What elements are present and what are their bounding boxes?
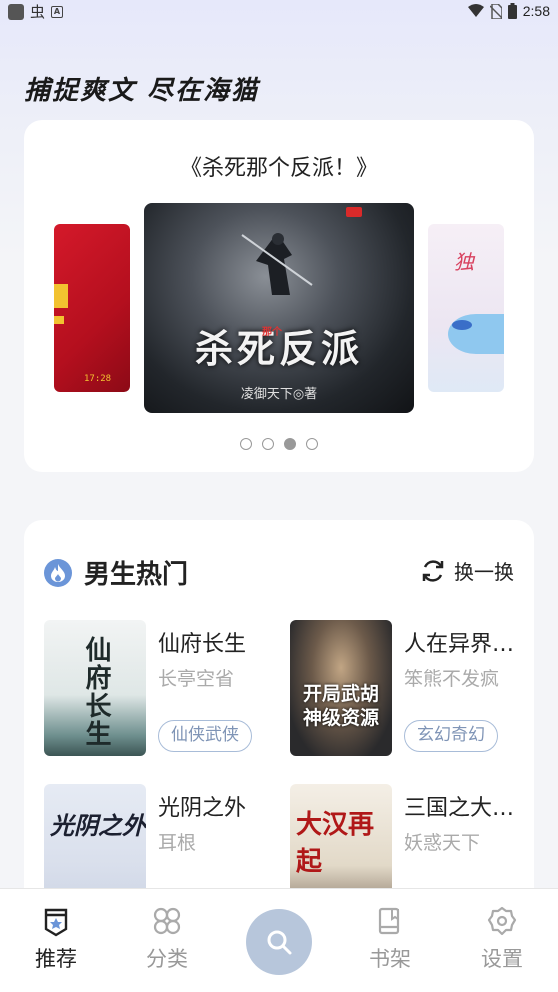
carousel-dot[interactable]: [262, 438, 274, 450]
book-title: 光阴之外: [158, 796, 247, 821]
status-left: 虫 A: [8, 3, 64, 21]
wifi-icon: [467, 4, 484, 17]
cover-title: 大汉再起: [296, 810, 375, 877]
category-icon: [153, 907, 181, 935]
book-item[interactable]: 仙府长生 仙府长生 长亭空省 仙侠武侠: [44, 620, 284, 760]
nav-settings[interactable]: 设置: [462, 905, 542, 973]
status-time: 2:58: [522, 3, 550, 19]
status-right: 2:58: [467, 3, 550, 19]
cover-figure: [452, 320, 472, 330]
nav-label: 设置: [481, 947, 523, 971]
carousel-dot[interactable]: [240, 438, 252, 450]
book-cover[interactable]: 仙府长生: [44, 620, 146, 756]
cover-figure: [241, 233, 313, 295]
book-author: 长亭空省: [158, 668, 235, 690]
book-cover[interactable]: 开局武胡神级资源: [290, 620, 392, 756]
banner-title: 《杀死那个反派！》: [179, 156, 378, 181]
hot-section: 男生热门 换一换 仙府长生 仙府长生 长亭空省 仙侠武侠 开局武胡神级资源 人在…: [24, 520, 534, 940]
slogan: 捕捉爽文 尽在海猫: [24, 76, 260, 106]
settings-icon: [487, 906, 517, 936]
carousel-dot-active[interactable]: [284, 438, 296, 450]
book-author: 耳根: [158, 832, 197, 854]
book-title: 人在异界…: [404, 632, 515, 657]
refresh-button[interactable]: 换一换: [420, 556, 514, 585]
bookshelf-icon: [378, 907, 400, 935]
bug-icon: 虫: [30, 3, 46, 21]
search-icon: [267, 930, 292, 955]
cover-badge: [346, 207, 362, 217]
banner-carousel[interactable]: 《杀死那个反派！》 17:28 杀死反派 那个 凌御天下◎著 独: [24, 120, 534, 472]
cover-title: 仙府长生: [81, 636, 111, 748]
book-tag[interactable]: 玄幻奇幻: [404, 720, 498, 752]
book-author: 妖惑天下: [404, 832, 481, 854]
book-author: 笨熊不发疯: [404, 668, 500, 690]
carousel-dot[interactable]: [306, 438, 318, 450]
banner-cover-prev[interactable]: 17:28: [54, 224, 130, 392]
battery-icon: [507, 3, 517, 19]
book-item[interactable]: 开局武胡神级资源 人在异界… 笨熊不发疯 玄幻奇幻: [290, 620, 530, 760]
search-button[interactable]: [246, 909, 312, 975]
cover-decoration: [54, 316, 64, 324]
hot-header: 男生热门: [44, 554, 188, 591]
carousel-dots: [24, 438, 534, 450]
nav-category[interactable]: 分类: [127, 905, 207, 973]
nav-label: 分类: [146, 947, 188, 971]
bottom-nav: 推荐 分类 书架 设置: [0, 888, 558, 992]
banner-cover-next[interactable]: 独: [428, 224, 504, 392]
nav-label: 书架: [369, 947, 411, 971]
no-sim-icon: [489, 3, 502, 19]
section-title: 男生热门: [84, 560, 189, 590]
banner-cover-main[interactable]: 杀死反派 那个 凌御天下◎著: [144, 203, 414, 413]
refresh-label: 换一换: [454, 560, 514, 584]
cover-tag: 17:28: [84, 374, 112, 384]
cover-author: 凌御天下◎著: [240, 387, 318, 402]
book-tag[interactable]: 仙侠武侠: [158, 720, 252, 752]
a-icon: A: [51, 6, 64, 18]
cover-title: 光阴之外: [50, 811, 146, 840]
cover-title: 独: [454, 250, 474, 274]
refresh-icon: [422, 559, 444, 582]
app-notification-icon: [8, 4, 24, 20]
flame-icon: [44, 558, 72, 587]
cover-subtitle: 那个: [262, 327, 282, 338]
book-title: 仙府长生: [158, 632, 247, 657]
nav-label: 推荐: [35, 947, 77, 971]
recommend-icon: [44, 908, 68, 937]
nav-recommend[interactable]: 推荐: [16, 905, 96, 973]
status-bar: 虫 A 2:58: [0, 0, 558, 24]
book-title: 三国之大…: [404, 796, 515, 821]
cover-title: 开局武胡神级资源: [302, 683, 379, 729]
cover-decoration: [54, 284, 68, 308]
nav-bookshelf[interactable]: 书架: [350, 905, 430, 973]
